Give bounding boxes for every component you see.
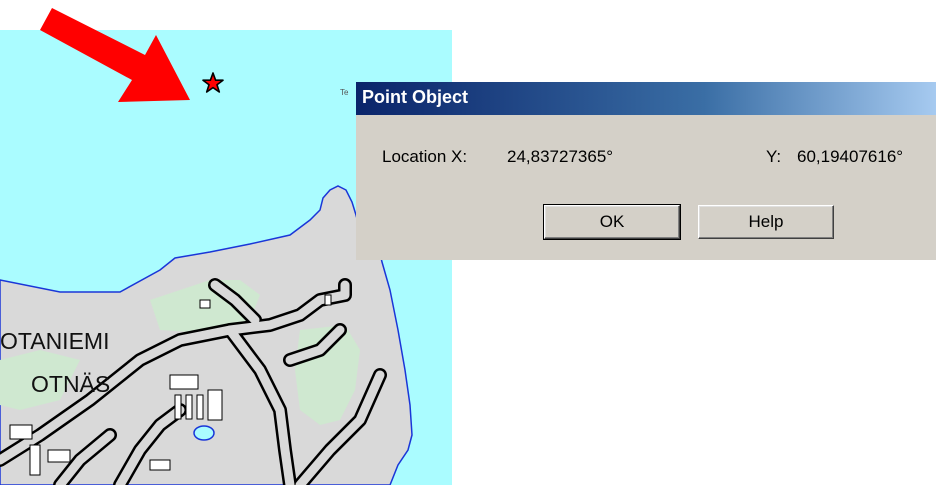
dialog-title: Point Object bbox=[362, 87, 469, 107]
place-label-otnas: OTNÄS bbox=[31, 371, 111, 397]
screen: OTANIEMI OTNÄS Te Point Object Location … bbox=[0, 0, 936, 485]
ok-button[interactable]: OK bbox=[543, 204, 681, 240]
help-button[interactable]: Help bbox=[698, 205, 834, 239]
pond bbox=[193, 425, 215, 441]
place-label-otaniemi: OTANIEMI bbox=[0, 328, 110, 354]
star-marker-icon[interactable] bbox=[202, 72, 224, 94]
location-x-label: Location X: bbox=[382, 147, 468, 166]
location-y-label: Y: bbox=[766, 147, 782, 166]
map-small-label: Te bbox=[340, 88, 349, 97]
red-arrow-icon bbox=[40, 8, 190, 102]
location-x-value: 24,83727365° bbox=[507, 147, 614, 166]
point-object-dialog: Point Object Location X: 24,83727365° Y:… bbox=[356, 82, 936, 260]
dialog-titlebar[interactable]: Point Object bbox=[356, 82, 936, 115]
location-y-value: 60,19407616° bbox=[797, 147, 904, 166]
